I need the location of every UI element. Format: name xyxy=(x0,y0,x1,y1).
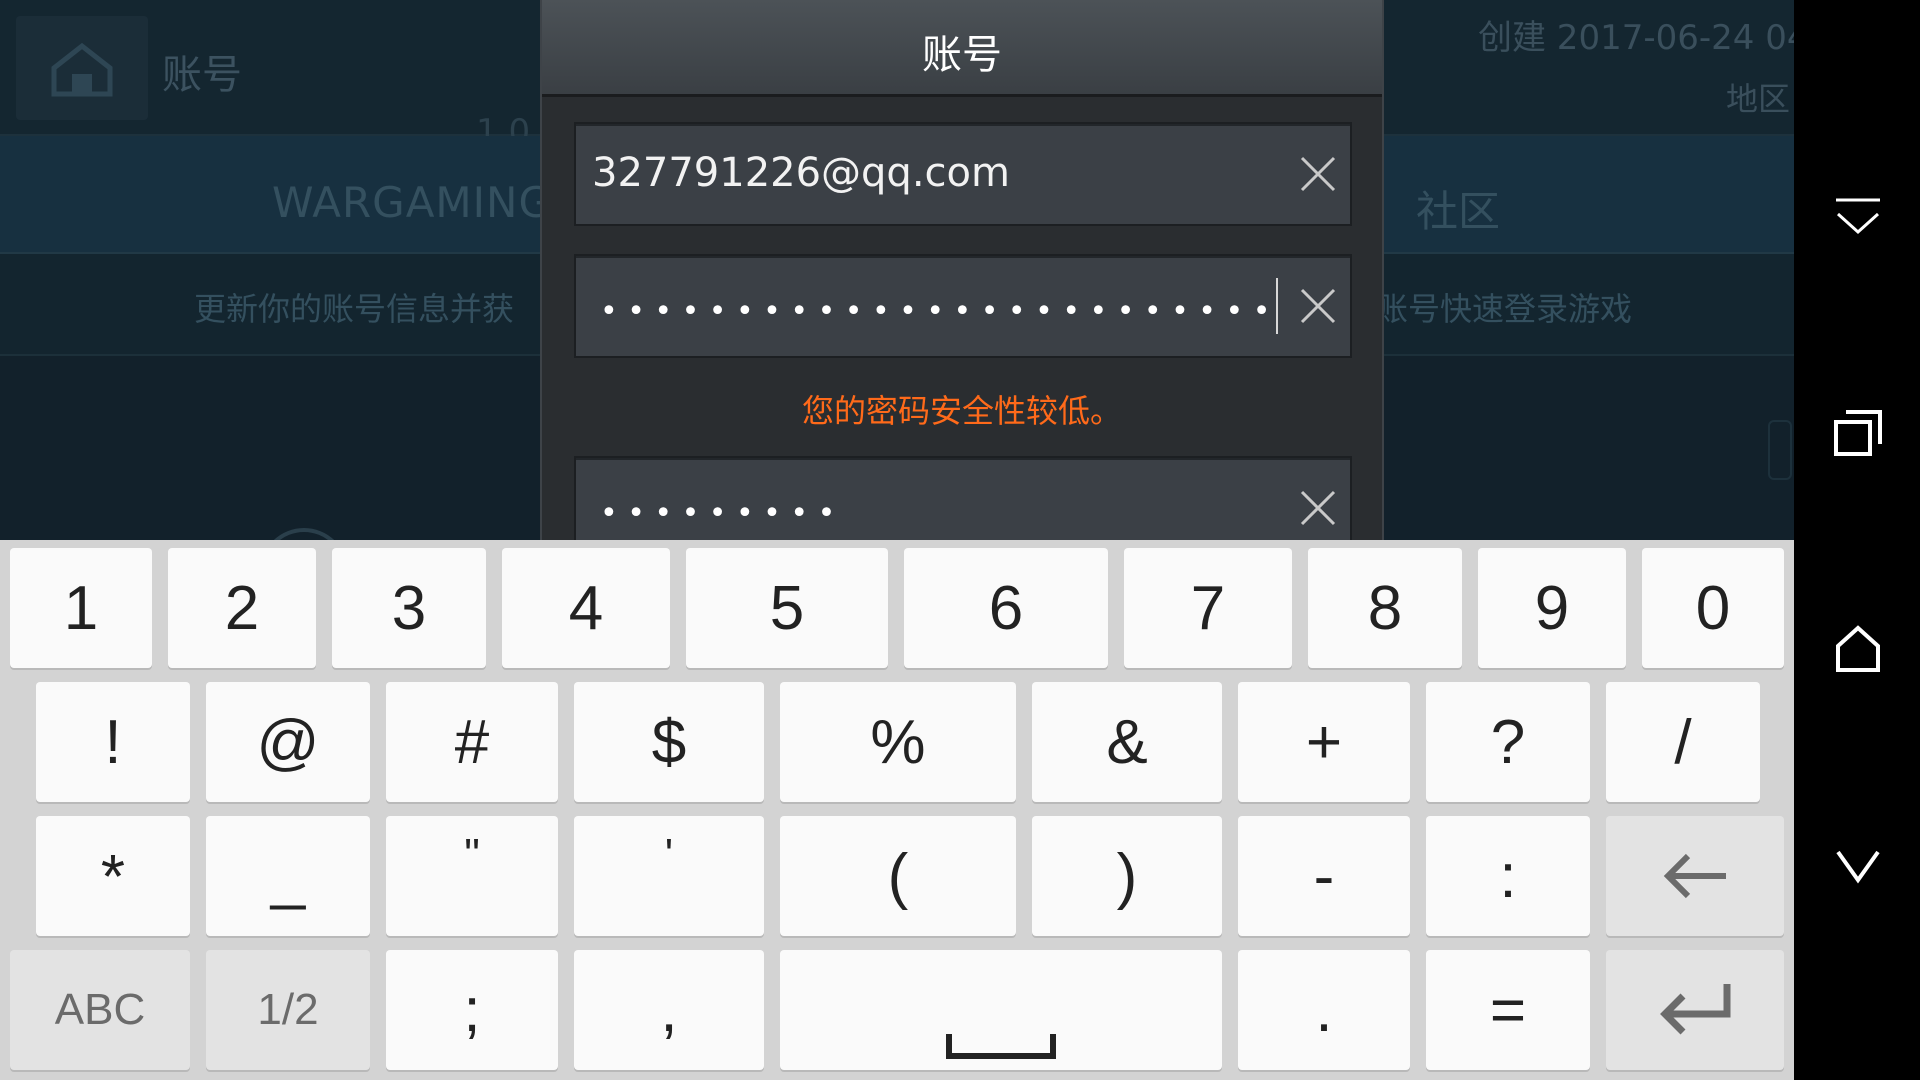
key-4[interactable]: 4 xyxy=(502,548,670,668)
tab-wargaming[interactable]: WARGAMING. xyxy=(272,178,566,227)
confirm-password-field[interactable]: ••••••••• xyxy=(574,456,1352,540)
soft-keyboard: 1 2 3 4 5 6 7 8 9 0 ! @ # $ % & + ? / * … xyxy=(0,540,1794,1080)
key-dollar[interactable]: $ xyxy=(574,682,764,802)
key-double-quote-label: " xyxy=(464,830,480,879)
backspace-key[interactable] xyxy=(1606,816,1784,936)
key-exclamation[interactable]: ! xyxy=(36,682,190,802)
enter-icon xyxy=(1660,984,1731,1035)
space-key[interactable] xyxy=(780,950,1222,1070)
home-icon xyxy=(51,42,113,97)
navigation-bar xyxy=(1794,0,1920,1080)
key-equals[interactable]: = xyxy=(1426,950,1590,1070)
enter-key[interactable] xyxy=(1606,950,1784,1070)
text-cursor xyxy=(1276,278,1278,334)
password-field[interactable]: ••••••••••••••••••••••••• xyxy=(574,254,1352,358)
dialog-title: 账号 xyxy=(922,32,1002,78)
key-open-paren[interactable]: ( xyxy=(780,816,1016,936)
email-field[interactable]: 327791226@qq.com xyxy=(574,122,1352,226)
created-date-text: 创建 2017-06-24 04 xyxy=(1478,18,1794,58)
key-slash[interactable]: / xyxy=(1606,682,1760,802)
key-hash[interactable]: # xyxy=(386,682,558,802)
key-6[interactable]: 6 xyxy=(904,548,1108,668)
key-double-quote[interactable]: " xyxy=(386,816,558,936)
scroll-handle xyxy=(1768,420,1792,480)
space-icon xyxy=(946,1034,1056,1059)
key-asterisk[interactable]: * xyxy=(36,816,190,936)
chevron-down-icon[interactable] xyxy=(1834,842,1882,890)
password-warning: 您的密码安全性较低。 xyxy=(801,392,1122,430)
banner-text-left: 更新你的账号信息并获 xyxy=(194,290,515,328)
password-mask: ••••••••••••••••••••••••• xyxy=(600,294,1280,329)
key-1[interactable]: 1 xyxy=(10,548,152,668)
key-8[interactable]: 8 xyxy=(1308,548,1462,668)
close-icon[interactable] xyxy=(1298,154,1338,194)
key-7[interactable]: 7 xyxy=(1124,548,1292,668)
close-icon[interactable] xyxy=(1298,286,1338,326)
close-icon[interactable] xyxy=(1298,488,1338,528)
chevron-down-collapse-icon[interactable] xyxy=(1834,196,1882,244)
key-single-quote[interactable]: ' xyxy=(574,816,764,936)
key-comma[interactable]: , xyxy=(574,950,764,1070)
backspace-arrow-icon xyxy=(1663,853,1726,899)
page-toggle-key[interactable]: 1/2 xyxy=(206,950,370,1070)
banner-text-right: 账号快速登录游戏 xyxy=(1376,290,1633,328)
header-title: 账号 xyxy=(162,52,242,98)
key-3[interactable]: 3 xyxy=(332,548,486,668)
home-outline-icon[interactable] xyxy=(1834,624,1882,672)
key-close-paren[interactable]: ) xyxy=(1032,816,1222,936)
key-semicolon[interactable]: ; xyxy=(386,950,558,1070)
key-single-quote-label: ' xyxy=(664,830,674,879)
account-dialog: 账号 327791226@qq.com ••••••••••••••••••••… xyxy=(540,0,1384,540)
key-ampersand[interactable]: & xyxy=(1032,682,1222,802)
region-label: 地区 xyxy=(1726,80,1791,118)
key-colon[interactable]: : xyxy=(1426,816,1590,936)
key-hyphen[interactable]: - xyxy=(1238,816,1410,936)
key-underscore[interactable]: _ xyxy=(206,816,370,936)
abc-key[interactable]: ABC xyxy=(10,950,190,1070)
key-9[interactable]: 9 xyxy=(1478,548,1626,668)
key-5[interactable]: 5 xyxy=(686,548,888,668)
tab-community[interactable]: 社区 xyxy=(1416,178,1500,239)
key-period[interactable]: . xyxy=(1238,950,1410,1070)
key-2[interactable]: 2 xyxy=(168,548,316,668)
key-at[interactable]: @ xyxy=(206,682,370,802)
key-0[interactable]: 0 xyxy=(1642,548,1784,668)
key-question[interactable]: ? xyxy=(1426,682,1590,802)
avatar-ring xyxy=(260,528,348,540)
key-asterisk-label: * xyxy=(100,843,126,912)
confirm-password-mask: ••••••••• xyxy=(600,496,845,531)
key-plus[interactable]: + xyxy=(1238,682,1410,802)
email-value: 327791226@qq.com xyxy=(592,150,1010,196)
key-percent[interactable]: % xyxy=(780,682,1016,802)
recents-icon[interactable] xyxy=(1834,408,1882,456)
